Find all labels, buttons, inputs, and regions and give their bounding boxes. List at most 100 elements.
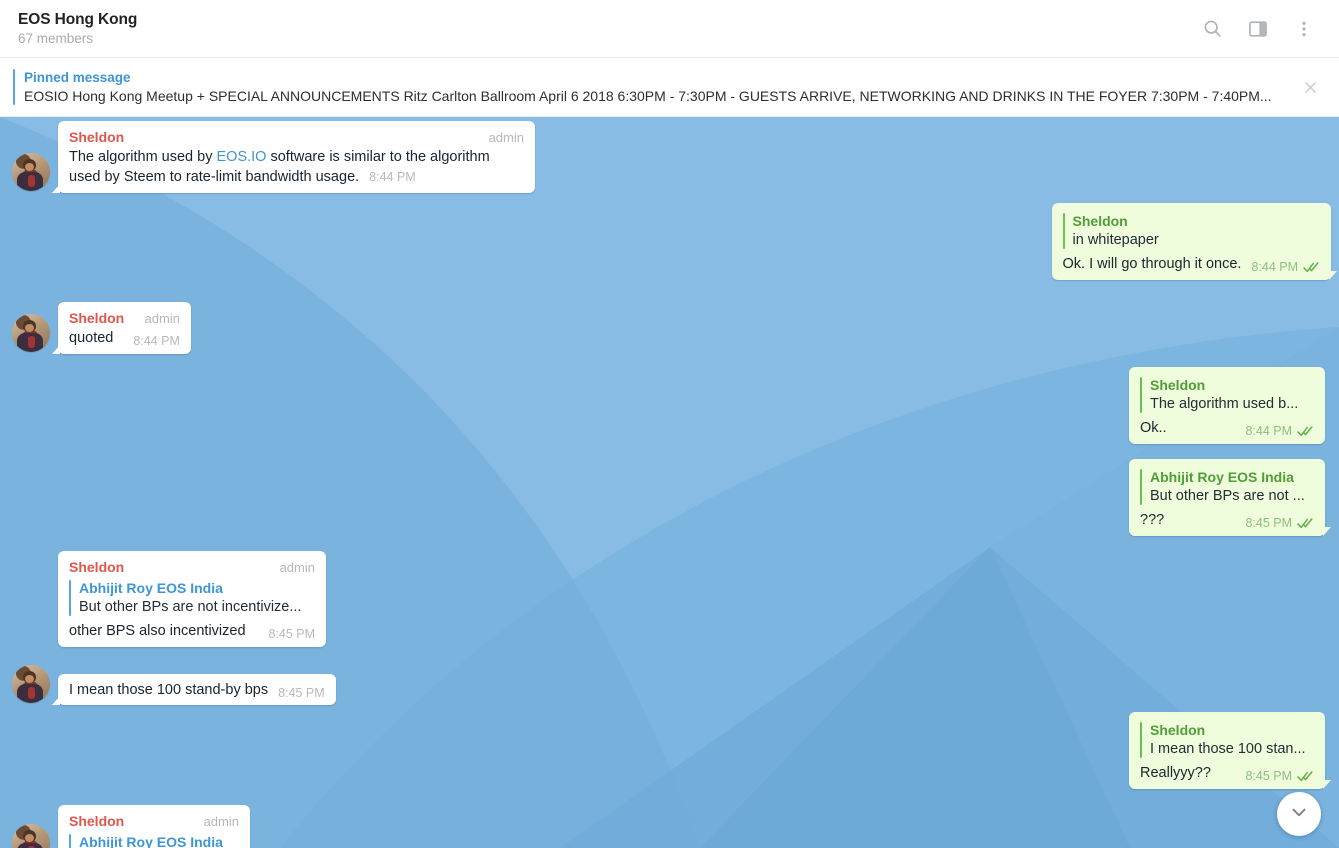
message-body: other BPS also incentivized 8:45 PM xyxy=(69,621,315,641)
message-text: I mean those 100 stand-by bps xyxy=(69,682,269,698)
message-row: Abhijit Roy EOS India But other BPs are … xyxy=(1129,459,1331,536)
message-time: 8:45 PM xyxy=(278,686,325,700)
sender-name[interactable]: Sheldon xyxy=(69,309,124,327)
message-time: 8:44 PM xyxy=(133,334,180,348)
chevron-down-icon xyxy=(1288,801,1310,828)
message-bubble-outgoing[interactable]: Abhijit Roy EOS India But other BPs are … xyxy=(1129,459,1331,536)
message-row: Sheldon admin Abhijit Roy EOS India But … xyxy=(12,551,326,647)
reply-quote-text: in whitepaper xyxy=(1072,232,1159,248)
message-meta: 8:45 PM xyxy=(268,627,315,641)
message-bubble-outgoing[interactable]: Sheldon in whitepaper Ok. I will go thro… xyxy=(1051,203,1338,280)
reply-quote[interactable]: Sheldon The algorithm used b... xyxy=(1140,376,1314,414)
message-row: Sheldon I mean those 100 stan... Reallyy… xyxy=(1129,712,1331,789)
message-sender-line: Sheldon admin xyxy=(69,812,239,831)
pinned-message-bar[interactable]: Pinned message EOSIO Hong Kong Meetup + … xyxy=(0,58,1339,117)
message-sender-line: Sheldon admin xyxy=(69,558,315,577)
pinned-accent-bar xyxy=(13,69,15,105)
message-body: Ok.. 8:44 PM xyxy=(1140,418,1314,438)
reply-quote[interactable]: Abhijit Roy EOS India xyxy=(69,833,239,848)
reply-quote-name: Sheldon xyxy=(1150,377,1206,393)
reply-quote-name: Abhijit Roy EOS India xyxy=(1150,469,1294,485)
status-badge: admin xyxy=(279,560,315,575)
message-meta: 8:45 PM xyxy=(1245,516,1314,530)
sender-name[interactable]: Sheldon xyxy=(69,558,124,576)
chat-title: EOS Hong Kong xyxy=(18,10,138,28)
message-text: ??? xyxy=(1140,512,1165,528)
reply-quote-text: I mean those 100 stan... xyxy=(1150,741,1306,757)
chat-message-area[interactable]: Sheldon admin The algorithm used by EOS.… xyxy=(0,117,1339,848)
reply-quote[interactable]: Sheldon I mean those 100 stan... xyxy=(1140,721,1314,759)
scroll-to-bottom-button[interactable] xyxy=(1277,792,1321,836)
pinned-message-content: Pinned message EOSIO Hong Kong Meetup + … xyxy=(24,69,1339,106)
message-meta: 8:45 PM xyxy=(1245,769,1314,783)
message-bubble-incoming[interactable]: Sheldon admin quoted 8:44 PM xyxy=(52,302,191,354)
message-row: Sheldon admin quoted 8:44 PM xyxy=(12,302,191,354)
message-time: 8:44 PM xyxy=(369,170,416,184)
pinned-message-text: EOSIO Hong Kong Meetup + SPECIAL ANNOUNC… xyxy=(24,87,1272,104)
message-body: ??? 8:45 PM xyxy=(1140,510,1314,530)
avatar[interactable] xyxy=(12,153,50,191)
chat-header-actions xyxy=(1197,14,1319,44)
message-meta: 8:44 PM xyxy=(133,334,180,348)
message-time: 8:44 PM xyxy=(1251,260,1298,274)
message-bubble-incoming[interactable]: Sheldon admin Abhijit Roy EOS India But … xyxy=(58,551,326,647)
double-check-icon xyxy=(1297,517,1314,529)
message-sender-line: Sheldon admin xyxy=(69,128,524,147)
message-text-pre: The algorithm used by xyxy=(69,149,217,165)
message-text: Ok.. xyxy=(1140,420,1167,436)
sender-name[interactable]: Sheldon xyxy=(69,128,124,146)
message-text: The algorithm used by EOS.IO software is… xyxy=(69,147,524,187)
status-badge: admin xyxy=(203,814,239,829)
message-row: I mean those 100 stand-by bps 8:45 PM xyxy=(12,665,336,705)
message-sender-line: Sheldon admin xyxy=(69,309,180,328)
message-bubble-incoming[interactable]: Sheldon admin Abhijit Roy EOS India xyxy=(58,805,250,848)
message-time: 8:45 PM xyxy=(1245,769,1292,783)
reply-quote[interactable]: Sheldon in whitepaper xyxy=(1062,212,1320,250)
double-check-icon xyxy=(1303,261,1320,273)
reply-quote-name: Abhijit Roy EOS India xyxy=(79,580,223,596)
message-text: quoted xyxy=(69,330,114,346)
double-check-icon xyxy=(1297,425,1314,437)
sender-name[interactable]: Sheldon xyxy=(69,812,124,830)
message-bubble-outgoing[interactable]: Sheldon The algorithm used b... Ok.. 8:4… xyxy=(1129,367,1325,444)
message-link[interactable]: EOS.IO xyxy=(217,149,267,165)
message-text: other BPS also incentivized xyxy=(69,623,246,639)
message-bubble-incoming[interactable]: Sheldon admin The algorithm used by EOS.… xyxy=(52,121,535,193)
message-meta: 8:44 PM xyxy=(369,167,416,187)
status-badge: admin xyxy=(488,130,524,145)
double-check-icon xyxy=(1297,770,1314,782)
reply-quote-name: Sheldon xyxy=(1150,722,1206,738)
message-text: Ok. I will go through it once. xyxy=(1062,256,1242,272)
reply-quote-text: But other BPs are not incentivize... xyxy=(79,599,302,615)
avatar[interactable] xyxy=(12,314,50,352)
avatar[interactable] xyxy=(12,665,50,703)
message-time: 8:45 PM xyxy=(268,627,315,641)
reply-quote-text: The algorithm used b... xyxy=(1150,396,1299,412)
more-vertical-icon[interactable] xyxy=(1289,14,1319,44)
chat-members-count: 67 members xyxy=(18,30,94,46)
reply-quote-name: Abhijit Roy EOS India xyxy=(79,834,223,848)
reply-quote[interactable]: Abhijit Roy EOS India But other BPs are … xyxy=(69,579,315,617)
message-body: Reallyyy?? 8:45 PM xyxy=(1140,763,1314,783)
message-text: Reallyyy?? xyxy=(1140,765,1211,781)
message-bubble-incoming[interactable]: I mean those 100 stand-by bps 8:45 PM xyxy=(52,674,336,705)
reply-quote-name: Sheldon xyxy=(1072,213,1128,229)
message-row: Sheldon The algorithm used b... Ok.. 8:4… xyxy=(1129,367,1325,444)
message-bubble-outgoing[interactable]: Sheldon I mean those 100 stan... Reallyy… xyxy=(1129,712,1331,789)
message-body: quoted 8:44 PM xyxy=(69,328,180,348)
split-panel-icon[interactable] xyxy=(1243,14,1273,44)
chat-header-titles[interactable]: EOS Hong Kong 67 members xyxy=(18,10,1197,48)
avatar[interactable] xyxy=(12,824,50,848)
message-body: Ok. I will go through it once. 8:44 PM xyxy=(1063,254,1320,274)
message-meta: 8:44 PM xyxy=(1251,260,1320,274)
status-badge: admin xyxy=(144,311,180,326)
message-row: Sheldon admin Abhijit Roy EOS India xyxy=(12,805,250,848)
message-meta: 8:45 PM xyxy=(278,686,325,700)
message-row: Sheldon admin The algorithm used by EOS.… xyxy=(12,121,535,193)
message-body: I mean those 100 stand-by bps 8:45 PM xyxy=(69,680,325,700)
close-icon[interactable] xyxy=(1295,72,1325,102)
reply-quote[interactable]: Abhijit Roy EOS India But other BPs are … xyxy=(1140,468,1314,506)
reply-quote-text: But other BPs are not ... xyxy=(1150,488,1305,504)
search-icon[interactable] xyxy=(1197,14,1227,44)
message-time: 8:44 PM xyxy=(1245,424,1292,438)
